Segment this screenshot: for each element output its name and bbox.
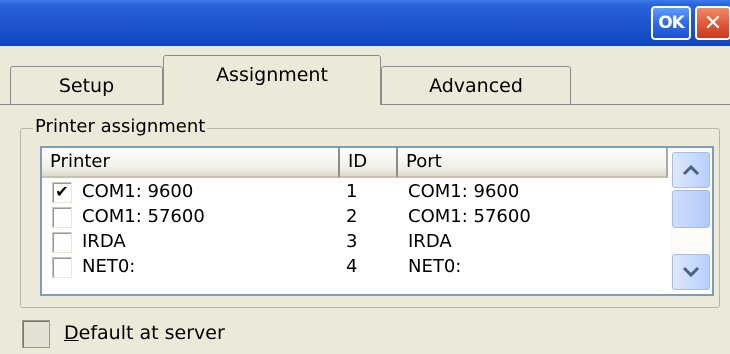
checkmark-icon: ✔ (55, 182, 69, 201)
close-button[interactable]: ✕ (695, 6, 730, 40)
printer-cell: COM1: 57600 (82, 206, 205, 227)
column-header-port[interactable]: Port (398, 148, 668, 178)
id-cell: 4 (346, 256, 358, 277)
chevron-down-icon (682, 266, 700, 278)
table-row[interactable]: NET0: 4 NET0: (42, 255, 668, 280)
default-at-server-checkbox[interactable] (22, 320, 50, 348)
port-cell: COM1: 57600 (408, 206, 531, 227)
vertical-scrollbar[interactable] (670, 148, 712, 294)
port-cell: IRDA (408, 231, 452, 252)
tab-advanced[interactable]: Advanced (381, 66, 571, 104)
table-row[interactable]: ✔ COM1: 9600 1 COM1: 9600 (42, 180, 668, 205)
scroll-up-button[interactable] (672, 152, 710, 188)
row-checkbox[interactable] (52, 232, 72, 253)
column-header-printer[interactable]: Printer (42, 148, 340, 178)
scroll-thumb[interactable] (672, 190, 710, 228)
table-row[interactable]: COM1: 57600 2 COM1: 57600 (42, 205, 668, 230)
printer-cell: IRDA (82, 231, 126, 252)
tab-setup[interactable]: Setup (10, 66, 163, 104)
printer-list[interactable]: Printer ID Port ✔ COM1: 9600 1 COM1: 960… (40, 146, 714, 296)
column-header-id[interactable]: ID (340, 148, 398, 178)
tab-assignment[interactable]: Assignment (163, 55, 381, 105)
id-cell: 1 (346, 181, 358, 202)
printer-cell: COM1: 9600 (82, 181, 194, 202)
row-checkbox[interactable] (52, 207, 72, 228)
tab-strip: Setup Assignment Advanced (0, 46, 730, 105)
close-icon: ✕ (703, 10, 723, 36)
ok-button[interactable]: OK (651, 6, 691, 40)
row-checkbox[interactable]: ✔ (52, 182, 72, 203)
row-checkbox[interactable] (52, 257, 72, 278)
id-cell: 3 (346, 231, 358, 252)
scroll-down-button[interactable] (672, 254, 710, 290)
list-header: Printer ID Port (42, 148, 668, 178)
port-cell: COM1: 9600 (408, 181, 520, 202)
title-bar: OK ✕ (0, 0, 730, 46)
chevron-up-icon (682, 164, 700, 176)
table-row[interactable]: IRDA 3 IRDA (42, 230, 668, 255)
default-at-server-label[interactable]: Default at server (64, 322, 225, 344)
port-cell: NET0: (408, 256, 462, 277)
id-cell: 2 (346, 206, 358, 227)
group-label: Printer assignment (33, 116, 208, 137)
printer-cell: NET0: (82, 256, 136, 277)
